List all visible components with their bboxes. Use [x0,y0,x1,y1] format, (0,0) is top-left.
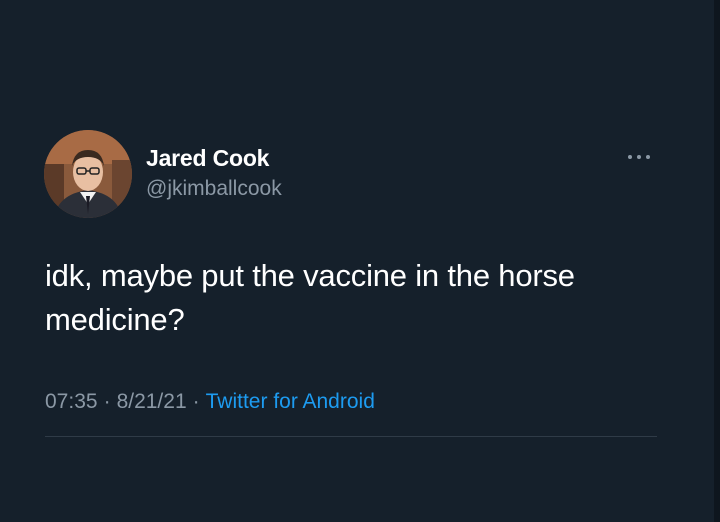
tweet-date[interactable]: 8/21/21 [117,390,187,413]
tweet-card: Jared Cook @jkimballcook idk, maybe put … [0,0,720,522]
more-icon-glyph [628,155,650,159]
meta-separator: · [192,390,200,413]
screen-edge [714,0,720,522]
tweet-metadata: 07:35 · 8/21/21 · Twitter for Android [45,390,375,414]
profile-photo [44,130,132,218]
author-name[interactable]: Jared Cook [146,145,269,172]
tweet-time[interactable]: 07:35 [45,390,98,413]
divider [45,436,657,437]
avatar[interactable] [44,130,132,218]
meta-separator: · [103,390,111,413]
tweet-text: idk, maybe put the vaccine in the horse … [45,258,575,337]
author-handle[interactable]: @jkimballcook [146,177,282,201]
tweet-source-link[interactable]: Twitter for Android [206,390,375,413]
more-icon[interactable] [624,148,654,166]
